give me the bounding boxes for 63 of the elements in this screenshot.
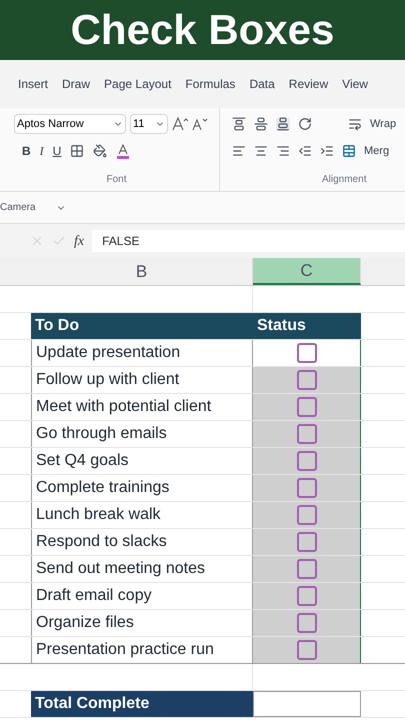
font-color-icon[interactable]: [116, 144, 130, 158]
wrap-text-button[interactable]: Wrap: [370, 116, 396, 132]
status-cell[interactable]: [253, 367, 361, 393]
align-center-icon[interactable]: [254, 144, 268, 158]
orientation-icon[interactable]: [298, 117, 312, 132]
checkbox[interactable]: [296, 343, 316, 363]
italic-button[interactable]: I: [40, 142, 44, 160]
ribbon-tab[interactable]: Formulas: [185, 75, 236, 93]
shrink-font-icon[interactable]: [192, 117, 208, 131]
checkbox[interactable]: [296, 532, 316, 552]
checkbox[interactable]: [296, 586, 316, 606]
checkbox[interactable]: [296, 451, 316, 471]
ribbon-tab[interactable]: Review: [288, 75, 328, 93]
banner-title: Check Boxes: [70, 9, 334, 51]
checkbox[interactable]: [296, 640, 316, 660]
group-label: Font: [106, 173, 126, 187]
merge-icon: [342, 144, 356, 158]
formula-field[interactable]: FALSE: [92, 230, 405, 252]
checkbox[interactable]: [296, 613, 316, 633]
wrap-icon: [348, 117, 362, 132]
column-header[interactable]: C: [253, 258, 361, 285]
status-cell[interactable]: [253, 556, 361, 582]
total-label-cell: Total Complete: [31, 691, 253, 717]
checkbox[interactable]: [296, 370, 316, 390]
increase-indent-icon[interactable]: [320, 144, 334, 158]
status-cell[interactable]: [253, 637, 361, 663]
align-left-icon[interactable]: [232, 144, 246, 158]
fill-color-icon[interactable]: [93, 144, 108, 158]
function-button[interactable]: fx: [74, 230, 84, 252]
checkbox[interactable]: [296, 505, 316, 525]
checkbox[interactable]: [296, 397, 316, 417]
camera-button[interactable]: Camera: [0, 200, 36, 215]
group-label: Alignment: [322, 173, 368, 187]
top-align-icon[interactable]: [232, 117, 246, 132]
font-name-dropdown[interactable]: Aptos Narrow: [14, 114, 126, 134]
status-cell[interactable]: [253, 502, 361, 528]
merge-button[interactable]: Merg: [364, 142, 390, 159]
decrease-indent-icon[interactable]: [298, 144, 312, 158]
ribbon-tab[interactable]: Page Layout: [104, 75, 172, 93]
status-cell[interactable]: [253, 610, 361, 636]
align-right-icon[interactable]: [276, 144, 290, 158]
checkbox[interactable]: [296, 424, 316, 444]
ribbon-tab[interactable]: Draw: [62, 75, 90, 93]
status-cell[interactable]: [253, 421, 361, 447]
middle-align-icon[interactable]: [254, 117, 268, 132]
status-cell[interactable]: [253, 529, 361, 555]
ribbon-tab[interactable]: View: [342, 75, 368, 93]
bold-button[interactable]: B: [22, 142, 31, 160]
status-cell[interactable]: [253, 583, 361, 609]
checkbox[interactable]: [296, 478, 316, 498]
borders-icon[interactable]: [70, 144, 84, 158]
status-cell[interactable]: [253, 394, 361, 420]
status-cell[interactable]: [253, 448, 361, 474]
font-size-dropdown[interactable]: 11: [130, 114, 168, 134]
status-cell[interactable]: [253, 475, 361, 501]
ribbon-tab[interactable]: Insert: [18, 75, 48, 93]
table-header-cell: Status: [253, 313, 361, 339]
table-header-cell: To Do: [31, 313, 253, 339]
checkbox[interactable]: [296, 559, 316, 579]
bottom-align-icon[interactable]: [276, 117, 290, 132]
ribbon-tab[interactable]: Data: [249, 75, 275, 93]
grow-font-icon[interactable]: [172, 117, 188, 131]
underline-button[interactable]: U: [52, 142, 62, 160]
